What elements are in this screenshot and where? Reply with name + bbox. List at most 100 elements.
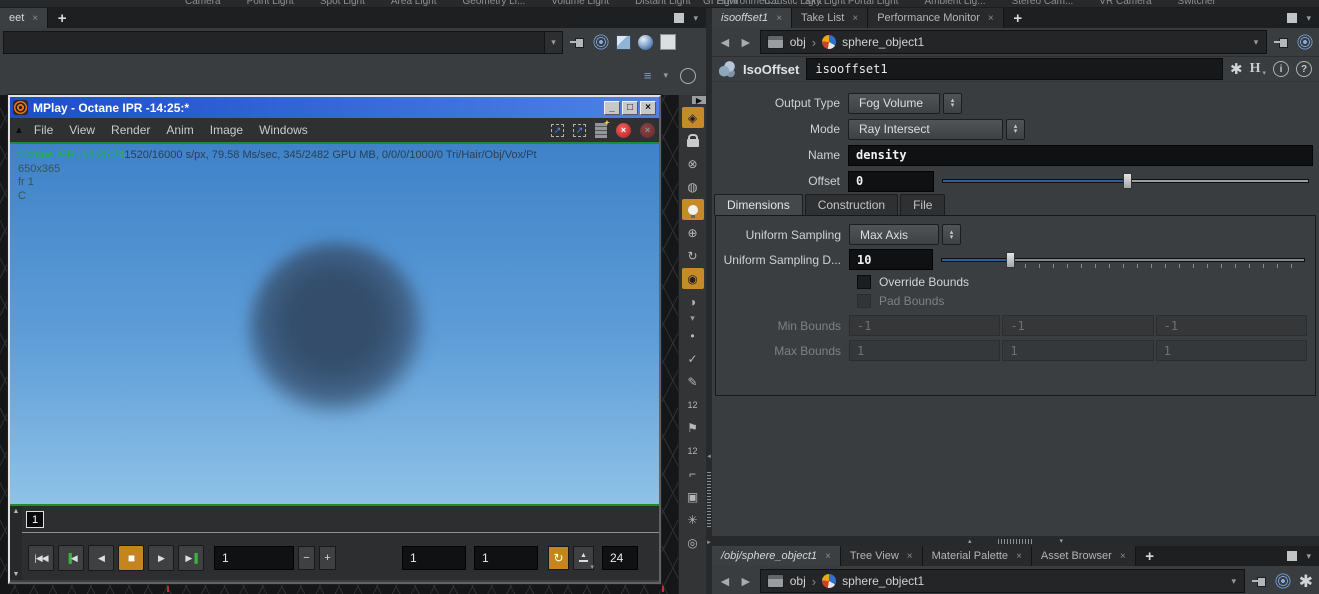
new-sequence-icon[interactable] [595,122,607,138]
shelf-tool-spot-light[interactable]: Spot Light [320,0,365,7]
hq-lighting-shadows-icon[interactable]: ◉ [681,268,704,289]
playback-mode-button[interactable]: ▲ [573,546,594,571]
name-field[interactable]: density [848,144,1313,166]
view-tool-icon[interactable]: ◈ [681,107,704,128]
tab-isooffset1[interactable]: isooffset1 × [712,8,792,28]
breadcrumb-node[interactable]: sphere_object1 [842,35,924,49]
pane-menu-caret-icon[interactable]: ▾ [1306,13,1311,23]
folder-tab-dimensions[interactable]: Dimensions [714,194,803,215]
normal-lighting-icon[interactable] [681,199,704,220]
splitter-grip[interactable] [997,538,1034,544]
shelf-tool-vr-camera[interactable]: VR Camera [1099,0,1151,7]
radial-menu-icon[interactable] [1297,34,1313,50]
tab-asset-browser[interactable]: Asset Browser × [1031,546,1136,566]
step-back-button[interactable]: ▐ ◀ [58,545,84,571]
menu-render[interactable]: Render [103,123,158,137]
breadcrumb-caret-icon[interactable]: ▾ [1246,31,1266,53]
node-name-field[interactable]: isooffset1 [806,58,1224,80]
output-type-spinner[interactable]: ▴ ▾ [943,92,962,114]
frame-increment-button[interactable]: + [319,546,336,570]
pin-icon[interactable] [1251,574,1268,588]
shelf-tool-gi-light[interactable]: GI Light [703,0,738,7]
menu-file[interactable]: File [26,123,61,137]
splitter-up-icon[interactable]: ▴ [968,537,972,545]
headlight-only-icon[interactable]: ◍ [682,176,704,197]
help-icon[interactable]: ? [1296,61,1312,77]
go-to-end-button[interactable]: ▶ ▐ [178,545,204,571]
folder-tab-file[interactable]: File [900,194,946,215]
play-button[interactable]: ▶ [148,545,174,571]
menu-image[interactable]: Image [202,123,251,137]
strip-up-icon[interactable]: ▲ [13,508,20,515]
menu-anim[interactable]: Anim [158,123,201,137]
geometry-cube-icon[interactable] [616,34,631,50]
play-reverse-button[interactable]: ◀ [88,545,114,571]
camera-selector-combo[interactable]: ▾ [3,30,563,54]
shaded-sphere-icon[interactable] [638,34,653,50]
houdini-badge-icon[interactable]: H [1250,61,1261,77]
shelf-tool-stereo-camera[interactable]: Stereo Cam... [1012,0,1074,7]
nav-forward-icon[interactable]: ► [739,574,753,588]
uniform-sampling-divs-slider[interactable] [941,251,1309,268]
lock-icon[interactable] [682,130,704,151]
nav-back-icon[interactable]: ◄ [718,35,732,49]
new-tab-button[interactable]: + [1004,8,1032,28]
node-breadcrumb[interactable]: obj › sphere_object1 ▾ [759,30,1267,54]
close-tab-icon[interactable]: × [825,551,831,562]
uniform-sampling-spinner[interactable]: ▴ ▾ [942,224,961,245]
shelf-tool-point-light[interactable]: Point Light [247,0,294,7]
pane-menu-caret-icon[interactable]: ▾ [1306,551,1311,561]
folder-tab-construction[interactable]: Construction [804,194,899,215]
hull-display-icon[interactable]: ▣ [682,486,704,507]
background-color-icon[interactable] [660,34,676,50]
no-lights-icon[interactable]: ⊗ [682,153,704,174]
pane-maximize-icon[interactable] [674,13,685,23]
prim-numbers-icon[interactable]: 12 [682,440,704,461]
network-breadcrumb[interactable]: obj › sphere_object1 ▾ [759,569,1245,593]
hq-lighting-ao-icon[interactable]: ↻ [682,245,704,266]
resize-half-icon[interactable]: ↗ [551,123,564,137]
toolbar-collapse-icon[interactable]: ▶ [692,96,706,105]
divs-slider-handle[interactable] [1005,251,1015,268]
help-icon[interactable] [680,67,696,84]
hq-lighting-icon[interactable]: ⊕ [682,222,704,243]
close-tab-icon[interactable]: × [852,13,858,24]
tab-tree-view[interactable]: Tree View × [840,546,923,566]
uniform-sampling-divs-field[interactable]: 10 [849,249,933,270]
tab-performance-monitor[interactable]: Performance Monitor × [868,8,1004,28]
radial-menu-icon[interactable] [1274,573,1291,589]
maximize-button[interactable]: □ [622,100,638,115]
gear-menu-icon[interactable]: ✱ [1230,62,1243,77]
shelf-tool-geometry-light[interactable]: Geometry Li... [462,0,525,7]
new-tab-button[interactable]: + [48,8,76,28]
mode-spinner[interactable]: ▴ ▾ [1006,118,1025,140]
point-markers-icon[interactable]: ✓ [682,348,704,369]
close-sequence-icon[interactable]: × [616,122,631,138]
radial-menu-icon[interactable] [593,34,609,50]
tab-network-editor[interactable]: /obj/sphere_object1 × [712,546,841,566]
info-icon[interactable]: i [1273,61,1289,77]
shelf-tool-area-light[interactable]: Area Light [391,0,437,7]
output-type-dropdown[interactable]: Fog Volume [848,92,940,114]
network-options-gear-icon[interactable]: ✱ [1299,573,1313,590]
render-image-area[interactable]: Octane IPR -14:25:241520/16000 s/px, 79.… [10,144,659,504]
strip-down-icon[interactable]: ▼ [13,571,20,578]
offset-slider[interactable] [942,173,1313,189]
close-tab-icon[interactable]: × [907,551,913,562]
frame-decrement-button[interactable]: − [298,546,315,570]
point-numbers-icon[interactable]: 12 [682,394,704,415]
shelf-tool-camera[interactable]: Camera [185,0,221,7]
point-normals-icon[interactable]: ✎ [682,371,704,392]
new-tab-button[interactable]: + [1136,546,1164,566]
pane-menu-caret-icon[interactable]: ▾ [693,13,698,23]
pin-icon[interactable] [570,35,586,49]
stop-button[interactable]: ■ [118,545,144,571]
uniform-sampling-dropdown[interactable]: Max Axis [849,224,939,245]
layout-options-icon[interactable]: ≡ [644,68,652,83]
minimize-button[interactable]: _ [604,100,620,115]
material-shading-icon[interactable]: ◑ [682,291,704,312]
shelf-tool-caustic-light[interactable]: Caustic Light [764,0,822,7]
visualizers-icon[interactable]: ◎ [682,532,704,553]
layout-caret-icon[interactable]: ▾ [663,71,668,80]
close-tab-icon[interactable]: × [1016,551,1022,562]
